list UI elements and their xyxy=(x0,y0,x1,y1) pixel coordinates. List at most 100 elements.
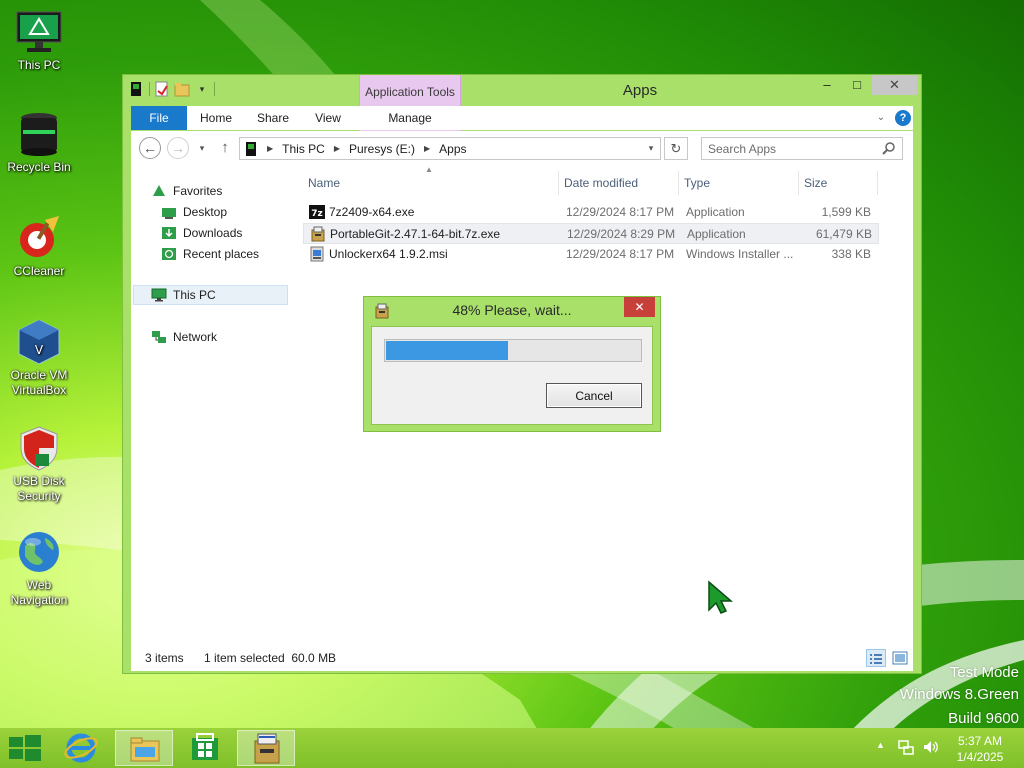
nav-item-favorites[interactable]: Favorites xyxy=(151,181,222,201)
progress-dialog[interactable]: 48% Please, wait... ✕ Cancel xyxy=(363,296,661,432)
maximize-button[interactable]: □ xyxy=(843,75,871,95)
7zip-icon: 7z xyxy=(309,204,325,220)
mouse-cursor-icon xyxy=(708,580,733,614)
status-item-count: 3 items xyxy=(145,651,184,665)
desktop-icon-recycle-bin[interactable]: Recycle Bin xyxy=(1,110,77,175)
breadcrumb-this-pc[interactable]: This PC xyxy=(282,142,325,156)
ccleaner-icon xyxy=(15,214,63,262)
nav-item-downloads[interactable]: Downloads xyxy=(161,223,242,243)
tab-home[interactable]: Home xyxy=(189,106,243,130)
network-icon xyxy=(151,329,167,345)
desktop-icon-usb-disk-security[interactable]: USB Disk Security xyxy=(1,424,77,504)
nav-item-recent-places[interactable]: Recent places xyxy=(161,244,259,264)
refresh-button[interactable]: ↻ xyxy=(664,137,688,160)
tab-view[interactable]: View xyxy=(303,106,353,130)
navigation-pane: Favorites Desktop Downloads Recent place… xyxy=(131,171,291,641)
dialog-close-button[interactable]: ✕ xyxy=(624,297,655,317)
breadcrumb-separator-icon[interactable]: ▶ xyxy=(267,144,273,153)
desktop-folder-icon xyxy=(161,204,177,220)
forward-button[interactable]: → xyxy=(167,137,189,159)
taskbar-store[interactable] xyxy=(176,730,234,766)
tab-file[interactable]: File xyxy=(131,106,187,130)
address-history-chevron-icon[interactable]: ▾ xyxy=(644,138,658,159)
start-button[interactable] xyxy=(0,730,48,766)
table-row[interactable]: PortableGit-2.47.1-64-bit.7z.exe 12/29/2… xyxy=(303,223,879,244)
clock-date[interactable]: 1/4/2025 xyxy=(940,750,1020,764)
nav-item-network[interactable]: Network xyxy=(151,327,217,347)
nav-item-label: Desktop xyxy=(183,205,228,219)
file-type: Application xyxy=(687,227,746,241)
file-name: PortableGit-2.47.1-64-bit.7z.exe xyxy=(330,227,501,241)
status-selection: 1 item selected 60.0 MB xyxy=(204,651,337,665)
file-size: 1,599 KB xyxy=(821,205,871,219)
internet-explorer-icon xyxy=(64,733,98,763)
installer-icon xyxy=(310,226,326,242)
downloads-folder-icon xyxy=(161,225,177,241)
favorites-star-icon xyxy=(151,183,167,199)
large-icons-view-icon[interactable] xyxy=(891,649,909,667)
column-header-date-modified[interactable]: Date modified xyxy=(559,171,678,195)
file-date: 12/29/2024 8:17 PM xyxy=(566,205,675,219)
breadcrumb-separator-icon[interactable]: ▶ xyxy=(334,144,340,153)
desktop-icon-virtualbox[interactable]: V Oracle VM VirtualBox xyxy=(1,318,77,398)
breadcrumb-separator-icon[interactable]: ▶ xyxy=(424,144,430,153)
column-header-type[interactable]: Type xyxy=(679,171,798,195)
show-hidden-icons-chevron-icon[interactable]: ▲ xyxy=(876,740,885,750)
search-box[interactable] xyxy=(701,137,903,160)
column-separator[interactable] xyxy=(877,171,878,195)
file-date: 12/29/2024 8:17 PM xyxy=(566,247,675,261)
cancel-button[interactable]: Cancel xyxy=(546,383,642,408)
minimize-button[interactable]: – xyxy=(813,75,841,95)
search-icon[interactable] xyxy=(882,141,896,155)
test-mode-watermark: Test Mode xyxy=(949,664,1019,681)
recent-places-icon xyxy=(161,246,177,262)
taskbar-file-explorer[interactable] xyxy=(115,730,173,766)
breadcrumb-apps[interactable]: Apps xyxy=(439,142,466,156)
close-button[interactable]: ✕ xyxy=(872,75,917,95)
file-type: Windows Installer ... xyxy=(686,247,794,261)
help-icon[interactable]: ? xyxy=(895,110,911,126)
nav-item-label: Network xyxy=(173,330,218,344)
address-bar[interactable]: ▶ This PC ▶ Puresys (E:) ▶ Apps ▾ xyxy=(239,137,661,160)
globe-icon xyxy=(15,528,63,576)
column-header-name[interactable]: Name xyxy=(303,171,558,195)
svg-text:7z: 7z xyxy=(311,209,323,219)
desktop-icon-label: USB Disk Security xyxy=(13,474,65,503)
os-name-watermark: Windows 8.Green xyxy=(899,686,1019,703)
tab-share[interactable]: Share xyxy=(247,106,299,130)
nav-item-label: Downloads xyxy=(183,226,243,240)
file-size: 61,479 KB xyxy=(815,227,872,241)
build-watermark: Build 9600 xyxy=(948,710,1019,727)
chevron-down-icon[interactable]: ⌄ xyxy=(873,106,889,130)
title-bar[interactable]: ▾ Application Tools Apps – □ ✕ xyxy=(123,75,921,131)
nav-item-desktop[interactable]: Desktop xyxy=(161,202,227,222)
clock-time[interactable]: 5:37 AM xyxy=(940,734,1020,748)
msi-icon xyxy=(309,246,325,262)
details-view-icon[interactable] xyxy=(866,649,886,667)
search-input[interactable] xyxy=(708,139,878,158)
volume-icon[interactable] xyxy=(922,739,940,758)
file-size: 338 KB xyxy=(831,247,871,261)
desktop-icon-label: Oracle VM VirtualBox xyxy=(10,368,68,397)
breadcrumb: ▶ This PC ▶ Puresys (E:) ▶ Apps xyxy=(244,138,467,159)
desktop-icon-ccleaner[interactable]: CCleaner xyxy=(1,214,77,279)
table-row[interactable]: Unlockerx64 1.9.2.msi 12/29/2024 8:17 PM… xyxy=(303,244,879,265)
back-button[interactable]: ← xyxy=(139,137,161,159)
recycle-bin-icon xyxy=(15,110,63,158)
recent-locations-chevron-icon[interactable]: ▾ xyxy=(195,139,209,157)
network-status-icon[interactable] xyxy=(898,739,914,758)
taskbar-installer[interactable] xyxy=(237,730,295,766)
nav-item-this-pc[interactable]: This PC xyxy=(133,285,288,305)
desktop-icon-label: This PC xyxy=(17,58,61,72)
breadcrumb-drive[interactable]: Puresys (E:) xyxy=(349,142,415,156)
table-row[interactable]: 7z 7z2409-x64.exe 12/29/2024 8:17 PM App… xyxy=(303,202,879,223)
taskbar-internet-explorer[interactable] xyxy=(52,730,110,766)
taskbar: ▲ 5:37 AM 1/4/2025 xyxy=(0,728,1024,768)
column-header-size[interactable]: Size xyxy=(799,171,875,195)
tab-manage[interactable]: Manage xyxy=(359,106,461,130)
dialog-title: 48% Please, wait... xyxy=(452,302,572,318)
desktop-icon-web-navigation[interactable]: Web Navigation xyxy=(1,528,77,608)
desktop-icon-this-pc[interactable]: This PC xyxy=(1,8,77,73)
up-arrow-icon[interactable]: ↑ xyxy=(215,137,235,159)
installer-icon xyxy=(254,733,280,764)
